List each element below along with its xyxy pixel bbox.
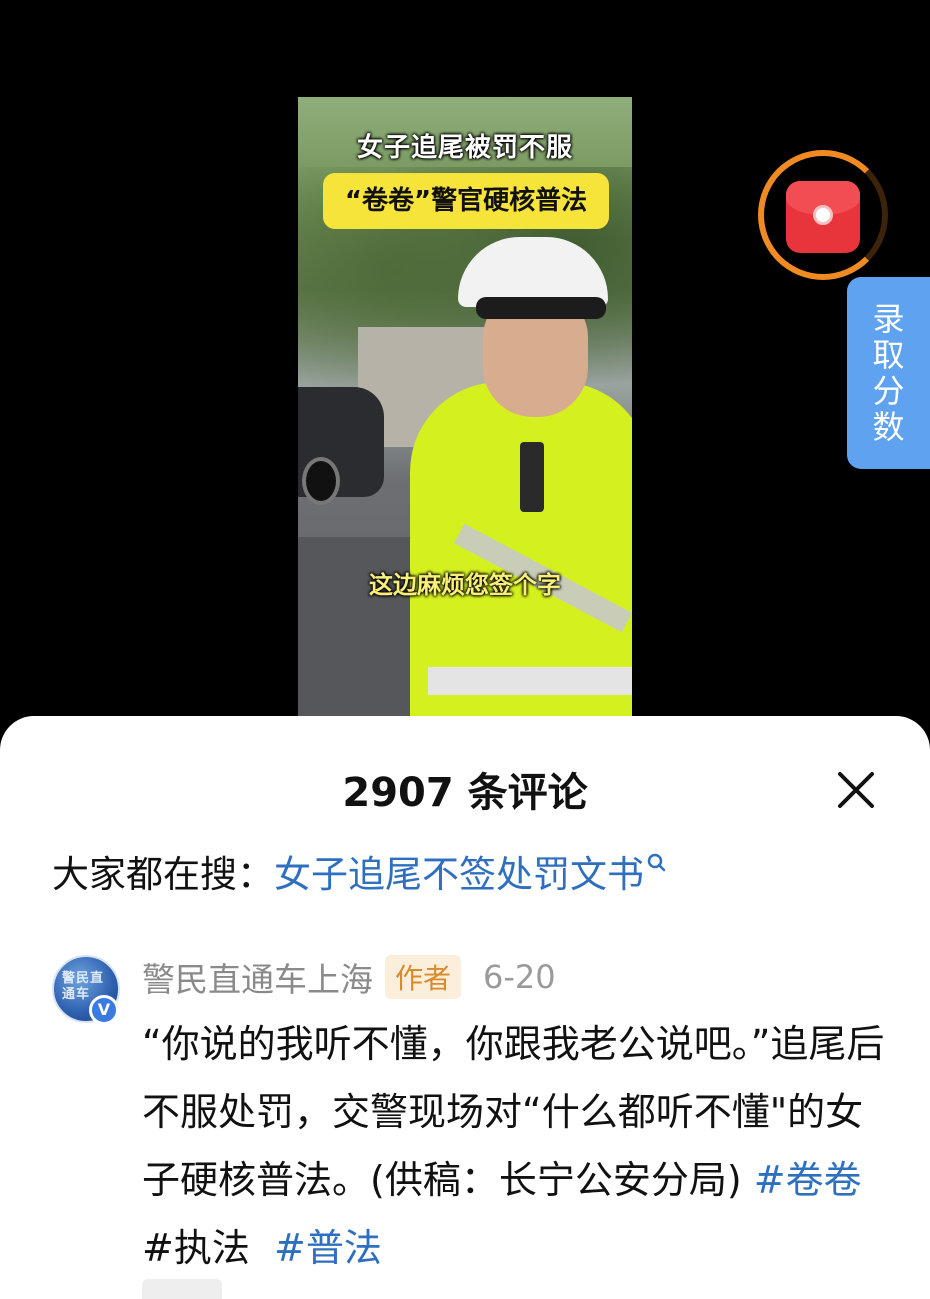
officer-radio: [520, 442, 544, 512]
verified-badge-icon: V: [89, 995, 119, 1025]
video-banner: “卷卷”警官硬核普法: [323, 173, 609, 229]
search-icon[interactable]: [646, 844, 668, 887]
trending-search-row: 大家都在搜：女子追尾不签处罚文书: [52, 844, 668, 898]
comment-text[interactable]: “你说的我听不懂，你跟我老公说吧。”追尾后不服处罚，交警现场对“什么都听不懂"的…: [142, 1010, 892, 1282]
side-tab-score[interactable]: 录 取 分 数: [847, 277, 930, 469]
trending-search-link[interactable]: 女子追尾不签处罚文书: [274, 853, 644, 896]
close-icon[interactable]: [832, 766, 880, 814]
comment-date: 6-20: [483, 958, 556, 996]
hashtag-link[interactable]: #卷卷: [754, 1158, 862, 1202]
comments-sheet: 2907 条评论 大家都在搜：女子追尾不签处罚文书 警民直通车 V 警民直通车上…: [0, 716, 930, 1299]
side-tab-char: 分: [872, 372, 905, 410]
author-badge: 作者: [385, 955, 462, 999]
officer-belt: [428, 667, 632, 695]
video-title: 女子追尾被罚不服: [356, 133, 573, 163]
hashtag-link[interactable]: #普法: [274, 1226, 382, 1270]
trending-search-prefix: 大家都在搜：: [52, 853, 274, 896]
side-tab-char: 数: [872, 408, 905, 446]
video-car-wheel: [302, 457, 340, 505]
comment-reply-chip[interactable]: [142, 1279, 222, 1299]
side-tab-char: 录: [872, 300, 905, 338]
side-tab-char: 取: [872, 336, 905, 374]
video-subtitle: 这边麻烦您签个字: [369, 571, 561, 599]
comment-header: 警民直通车上海 作者 6-20: [142, 954, 556, 1000]
video-player[interactable]: 女子追尾被罚不服 “卷卷”警官硬核普法 这边麻烦您签个字: [298, 97, 632, 737]
red-envelope-coin: [813, 205, 833, 225]
hashtag-link[interactable]: #执法: [142, 1226, 250, 1270]
officer-cap-visor: [476, 297, 606, 319]
red-envelope-icon[interactable]: [786, 181, 860, 253]
comment-author-name[interactable]: 警民直通车上海: [142, 953, 373, 1001]
comments-count-title: 2907 条评论: [342, 770, 588, 816]
